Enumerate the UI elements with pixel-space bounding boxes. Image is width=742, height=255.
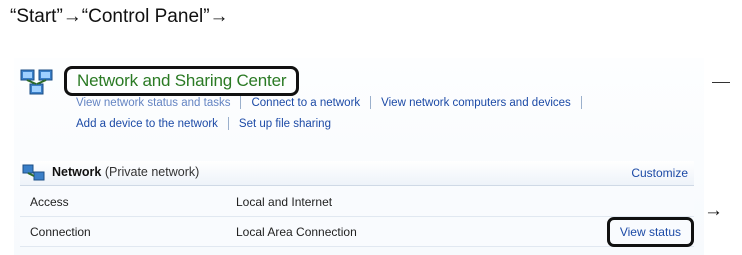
access-row: Access Local and Internet	[20, 188, 694, 217]
link-separator	[227, 117, 229, 130]
link-separator	[580, 96, 582, 109]
access-value: Local and Internet	[236, 195, 333, 209]
add-device-link[interactable]: Add a device to the network	[76, 118, 218, 130]
view-network-status-link[interactable]: View network status and tasks	[76, 97, 230, 109]
continuation-arrow: →	[704, 200, 723, 221]
customize-link[interactable]: Customize	[631, 166, 688, 180]
page-title: Network and Sharing Center	[77, 71, 287, 90]
network-name: Network (Private network)	[52, 165, 199, 179]
network-name-label: Network	[52, 165, 102, 179]
instruction-text: “Start”→“Control Panel”→	[10, 6, 229, 27]
link-separator	[240, 96, 242, 109]
task-links-row-2: Add a device to the network Set up file …	[76, 117, 331, 130]
network-type-label: (Private network)	[104, 165, 200, 179]
title-highlight: Network and Sharing Center	[64, 66, 300, 96]
link-separator	[370, 96, 372, 109]
set-up-file-sharing-link[interactable]: Set up file sharing	[239, 118, 331, 130]
view-status-link[interactable]: View status	[620, 225, 681, 239]
network-center-icon	[20, 69, 53, 95]
page: “Start”→“Control Panel”→ Network and Sha…	[0, 0, 742, 255]
view-network-computers-link[interactable]: View network computers and devices	[381, 97, 571, 109]
network-sharing-center-window: Network and Sharing Center View network …	[14, 58, 704, 255]
access-label: Access	[30, 195, 69, 209]
task-links-row-1: View network status and tasks Connect to…	[76, 96, 592, 109]
network-icon	[22, 164, 45, 181]
connection-value-link[interactable]: Local Area Connection	[236, 225, 357, 239]
network-panel-header: Network (Private network) Customize	[20, 161, 694, 186]
continuation-dash	[712, 82, 730, 83]
connect-to-network-link[interactable]: Connect to a network	[251, 97, 360, 109]
connection-row: Connection Local Area Connection View st…	[20, 217, 694, 247]
connection-label: Connection	[30, 225, 91, 239]
view-status-highlight: View status	[606, 217, 694, 247]
